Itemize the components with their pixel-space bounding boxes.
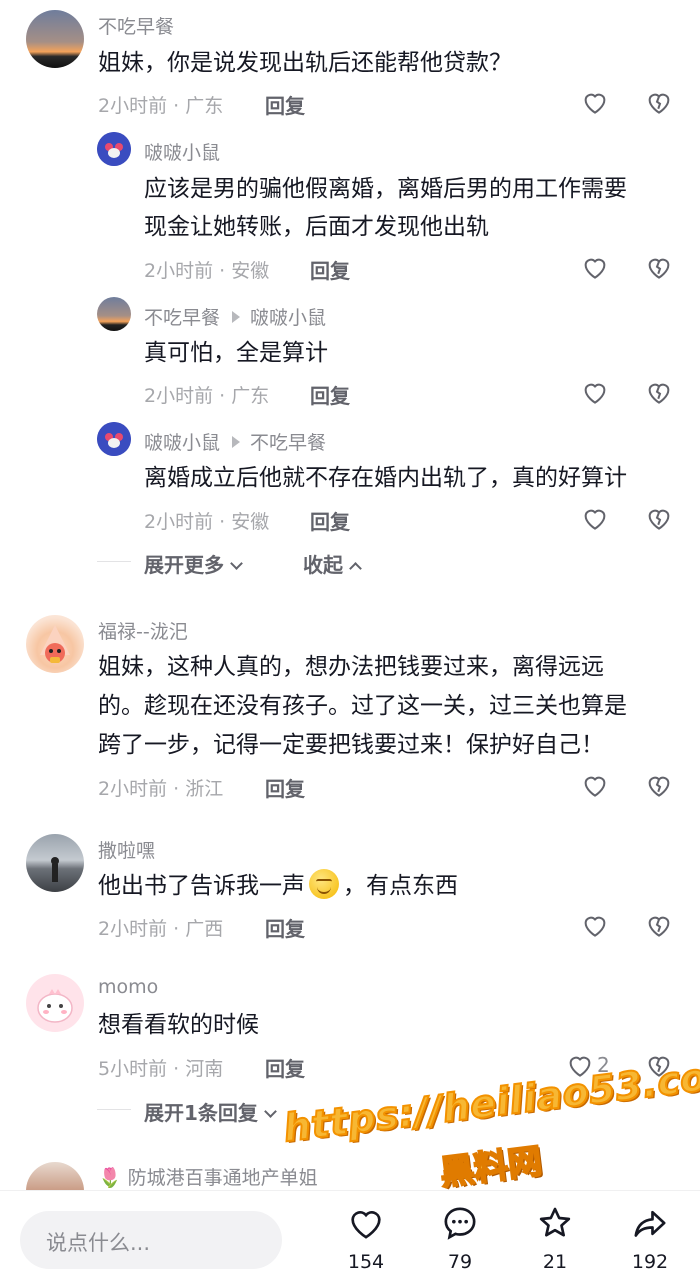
reply-arrow-icon: [232, 436, 241, 448]
reply-button[interactable]: 回复: [310, 380, 350, 409]
watermark-name: 黑料网: [437, 1140, 545, 1194]
reply-text-line-1: 应该是男的骗他假离婚，离婚后男的用工作需要: [144, 176, 627, 202]
chevron-down-icon: [264, 1105, 277, 1118]
heart-outline-icon: [351, 1211, 381, 1239]
heart-outline-icon[interactable]: [580, 252, 610, 282]
tulip-emoji-icon: 🌷: [98, 1167, 122, 1189]
divider: [97, 561, 131, 562]
comment-time-location: 5小时前 · 河南: [98, 1058, 224, 1080]
comment-text: 想看看软的时候: [98, 1012, 259, 1038]
reply-username[interactable]: 不吃早餐 啵啵小鼠: [144, 303, 326, 330]
star-icon: [539, 1207, 571, 1237]
smirk-emoji-icon: [309, 869, 339, 899]
comment-text: 他出书了告诉我一声 ，有点东西: [98, 867, 458, 905]
comment-input-placeholder: 说点什么...: [46, 1231, 151, 1255]
chevron-up-icon: [349, 562, 362, 575]
reply-time-location: 2小时前 · 安徽: [144, 260, 270, 282]
heart-outline-icon[interactable]: [580, 87, 610, 117]
mouse-avatar-icon: [97, 422, 131, 456]
comment-bubble-icon: [444, 1207, 476, 1240]
bottom-action-bar: 说点什么... 154 79 21 192: [0, 1190, 700, 1280]
comment-username[interactable]: 撒啦嘿: [98, 836, 155, 863]
comment-username[interactable]: momo: [98, 976, 158, 998]
comment-text: 姐妹，你是说发现出轨后还能帮他贷款？: [98, 50, 512, 76]
chevron-down-icon: [230, 557, 243, 570]
broken-heart-icon[interactable]: [644, 770, 674, 800]
comment-time-location: 2小时前 · 广西: [98, 918, 224, 940]
reply-button[interactable]: 回复: [265, 90, 305, 119]
reply-text: 真可怕，全是算计: [144, 340, 328, 366]
comment-button[interactable]: 79: [420, 1203, 500, 1273]
comment-count: 79: [447, 1251, 473, 1273]
favorite-button[interactable]: 21: [515, 1203, 595, 1273]
reply-arrow-icon: [232, 311, 241, 323]
expand-replies-button[interactable]: 展开1条回复: [144, 1097, 277, 1126]
broken-heart-icon[interactable]: [644, 377, 674, 407]
share-button[interactable]: 192: [610, 1203, 690, 1273]
reply-text: 离婚成立后他就不存在婚内出轨了，真的好算计: [144, 465, 627, 491]
reply-username[interactable]: 啵啵小鼠 不吃早餐: [144, 428, 326, 455]
watermark-url: https://heiliao53.com: [280, 1049, 700, 1151]
reply-button[interactable]: 回复: [310, 506, 350, 535]
avatar[interactable]: [97, 422, 131, 456]
avatar[interactable]: [26, 10, 84, 68]
cartoon-avatar-icon: [37, 989, 73, 1023]
mouse-avatar-icon: [97, 132, 131, 166]
comment-time-location: 2小时前 · 广东: [98, 95, 224, 117]
favorite-count: 21: [542, 1251, 568, 1273]
reply-button[interactable]: 回复: [265, 913, 305, 942]
comment-input[interactable]: 说点什么...: [20, 1211, 282, 1269]
avatar[interactable]: [26, 974, 84, 1032]
photo-avatar-icon: [51, 857, 59, 882]
reply-username[interactable]: 啵啵小鼠: [144, 138, 220, 165]
reply-time-location: 2小时前 · 广东: [144, 385, 270, 407]
collapse-button[interactable]: 收起: [303, 549, 362, 578]
share-count: 192: [631, 1251, 669, 1273]
broken-heart-icon[interactable]: [644, 910, 674, 940]
reply-button[interactable]: 回复: [265, 1053, 305, 1082]
comment-text-line-2: 的。趁现在还没有孩子。过了这一关，过三关也算是: [98, 693, 627, 719]
comment-time-location: 2小时前 · 浙江: [98, 778, 224, 800]
broken-heart-icon[interactable]: [644, 252, 674, 282]
heart-outline-icon[interactable]: [580, 910, 610, 940]
avatar[interactable]: [26, 834, 84, 892]
avatar[interactable]: [97, 132, 131, 166]
reply-button[interactable]: 回复: [310, 255, 350, 284]
cartoon-avatar-icon: [40, 625, 70, 663]
like-button[interactable]: 154: [326, 1203, 406, 1273]
reply-text-line-2: 现金让她转账，后面才发现他出轨: [144, 214, 489, 240]
heart-outline-icon[interactable]: [580, 770, 610, 800]
broken-heart-icon[interactable]: [644, 503, 674, 533]
heart-outline-icon[interactable]: [580, 377, 610, 407]
comment-username[interactable]: 福禄--泷汜: [98, 617, 188, 644]
broken-heart-icon[interactable]: [644, 87, 674, 117]
expand-more-button[interactable]: 展开更多: [144, 549, 243, 578]
reply-time-location: 2小时前 · 安徽: [144, 511, 270, 533]
avatar[interactable]: [97, 297, 131, 331]
comment-username[interactable]: 🌷 防城港百事通地产单姐: [98, 1163, 318, 1190]
comment-text-line-3: 跨了一步，记得一定要把钱要过来！保护好自己！: [98, 732, 604, 758]
like-count: 154: [347, 1251, 385, 1273]
reply-button[interactable]: 回复: [265, 773, 305, 802]
divider: [97, 1109, 131, 1110]
avatar[interactable]: [26, 615, 84, 673]
share-arrow-icon: [634, 1210, 666, 1237]
heart-outline-icon[interactable]: [580, 503, 610, 533]
comment-username[interactable]: 不吃早餐: [98, 12, 174, 39]
comment-text-line-1: 姐妹，这种人真的，想办法把钱要过来，离得远远: [98, 654, 604, 680]
